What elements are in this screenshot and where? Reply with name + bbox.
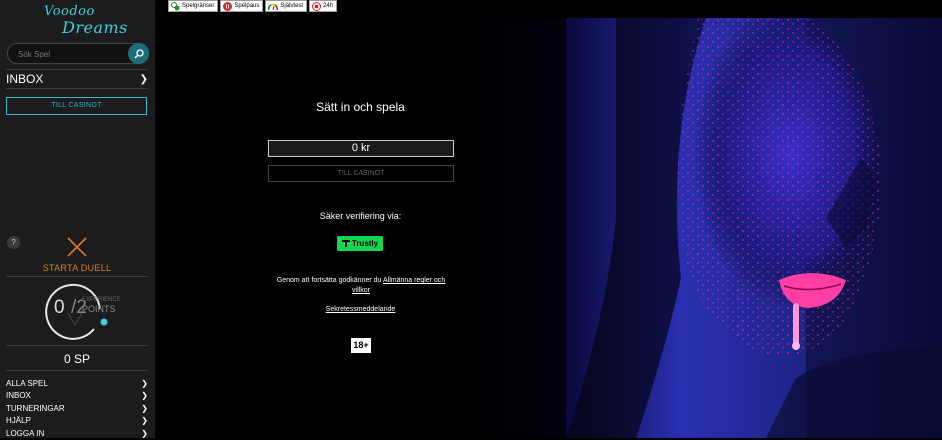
main-content: Spelgränser Spelpaus Självtest 24h Sätt … <box>155 0 942 438</box>
nav-item-label: LOGGA IN <box>6 428 45 438</box>
trustly-logo: Trustly <box>337 236 383 251</box>
points-current: 0 <box>54 297 65 318</box>
chevron-right-icon: ❯ <box>139 73 148 85</box>
terms-text: Genom att fortsätta godkänner du Allmänn… <box>268 276 454 296</box>
divider <box>6 370 148 371</box>
deposit-amount-input[interactable]: 0 kr <box>268 140 454 157</box>
inbox-label: INBOX <box>6 72 44 86</box>
nav-item-label: ALLA SPEL <box>6 378 48 388</box>
experience-points-widget: 0 /2 EXPERIENCE POINTS <box>44 283 121 341</box>
gauge-icon <box>268 3 279 10</box>
sidebar-nav: ALLA SPEL ❯ INBOX ❯ TURNERINGAR ❯ HJÄLP … <box>6 377 148 440</box>
nav-item-label: TURNERINGAR <box>6 403 65 413</box>
nav-item-label: INBOX <box>6 391 31 401</box>
nav-item-label: HJÄLP <box>6 416 31 426</box>
verification-text: Säker verifiering via: <box>319 211 402 221</box>
nav-item-all-games[interactable]: ALLA SPEL ❯ <box>6 377 148 390</box>
search-box <box>7 43 149 64</box>
terms-prefix: Genom att fortsätta godkänner du <box>276 277 383 284</box>
points-unit: POINTS <box>82 304 116 314</box>
sp-balance: 0 SP <box>63 352 90 366</box>
stop-icon <box>312 1 322 11</box>
privacy-link[interactable]: Sekretessmeddelande <box>250 306 471 313</box>
hero-image <box>466 18 942 438</box>
responsible-gaming-bar: Spelgränser Spelpaus Självtest 24h <box>168 0 338 13</box>
chevron-right-icon: ❯ <box>141 428 148 438</box>
search-button[interactable] <box>128 43 149 64</box>
inbox-toggle[interactable]: INBOX ❯ <box>6 69 148 89</box>
sidebar: Voodoo Dreams INBOX ❯ TILL CASINOT ? STA… <box>0 0 155 438</box>
pause-label: Spelpaus <box>234 3 260 9</box>
progress-dot <box>100 318 108 326</box>
brand-logo[interactable]: Voodoo Dreams <box>44 4 127 38</box>
limits-icon <box>171 1 180 10</box>
help-icon[interactable]: ? <box>7 236 20 249</box>
deposit-title: Sätt in och spela <box>316 100 405 114</box>
search-icon <box>133 48 144 59</box>
self-test-button[interactable]: Självtest <box>265 0 308 12</box>
to-casino-button[interactable]: TILL CASINOT <box>6 97 147 115</box>
chevron-right-icon: ❯ <box>141 416 148 426</box>
pause-icon <box>223 1 233 11</box>
start-duel-button[interactable]: STARTA DUELL <box>6 263 148 273</box>
trustly-icon <box>341 240 350 247</box>
nav-item-inbox[interactable]: INBOX ❯ <box>6 390 148 403</box>
nav-item-tournaments[interactable]: TURNERINGAR ❯ <box>6 402 148 415</box>
divider <box>6 276 148 277</box>
self-test-label: Självtest <box>280 3 304 9</box>
chevron-right-icon: ❯ <box>141 378 148 388</box>
pause-button[interactable]: Spelpaus <box>220 0 264 12</box>
limits-label: Spelgränser <box>182 3 215 9</box>
duel-icon[interactable] <box>66 236 88 258</box>
24h-break-button[interactable]: 24h <box>309 0 338 12</box>
limits-button[interactable]: Spelgränser <box>168 0 219 12</box>
search-input[interactable] <box>16 46 120 62</box>
trustly-label: Trustly <box>351 239 379 248</box>
to-casino-cta-button[interactable]: TILL CASINOT <box>268 165 454 182</box>
logo-line-1: Voodoo <box>44 4 95 19</box>
age-badge: 18+ <box>351 338 371 353</box>
divider <box>6 345 148 346</box>
24h-label: 24h <box>323 3 334 9</box>
chevron-right-icon: ❯ <box>141 391 148 401</box>
nav-item-help[interactable]: HJÄLP ❯ <box>6 415 148 428</box>
chevron-right-icon: ❯ <box>141 403 148 413</box>
points-caption: EXPERIENCE <box>82 297 121 303</box>
logo-line-2: Dreams <box>62 18 128 37</box>
